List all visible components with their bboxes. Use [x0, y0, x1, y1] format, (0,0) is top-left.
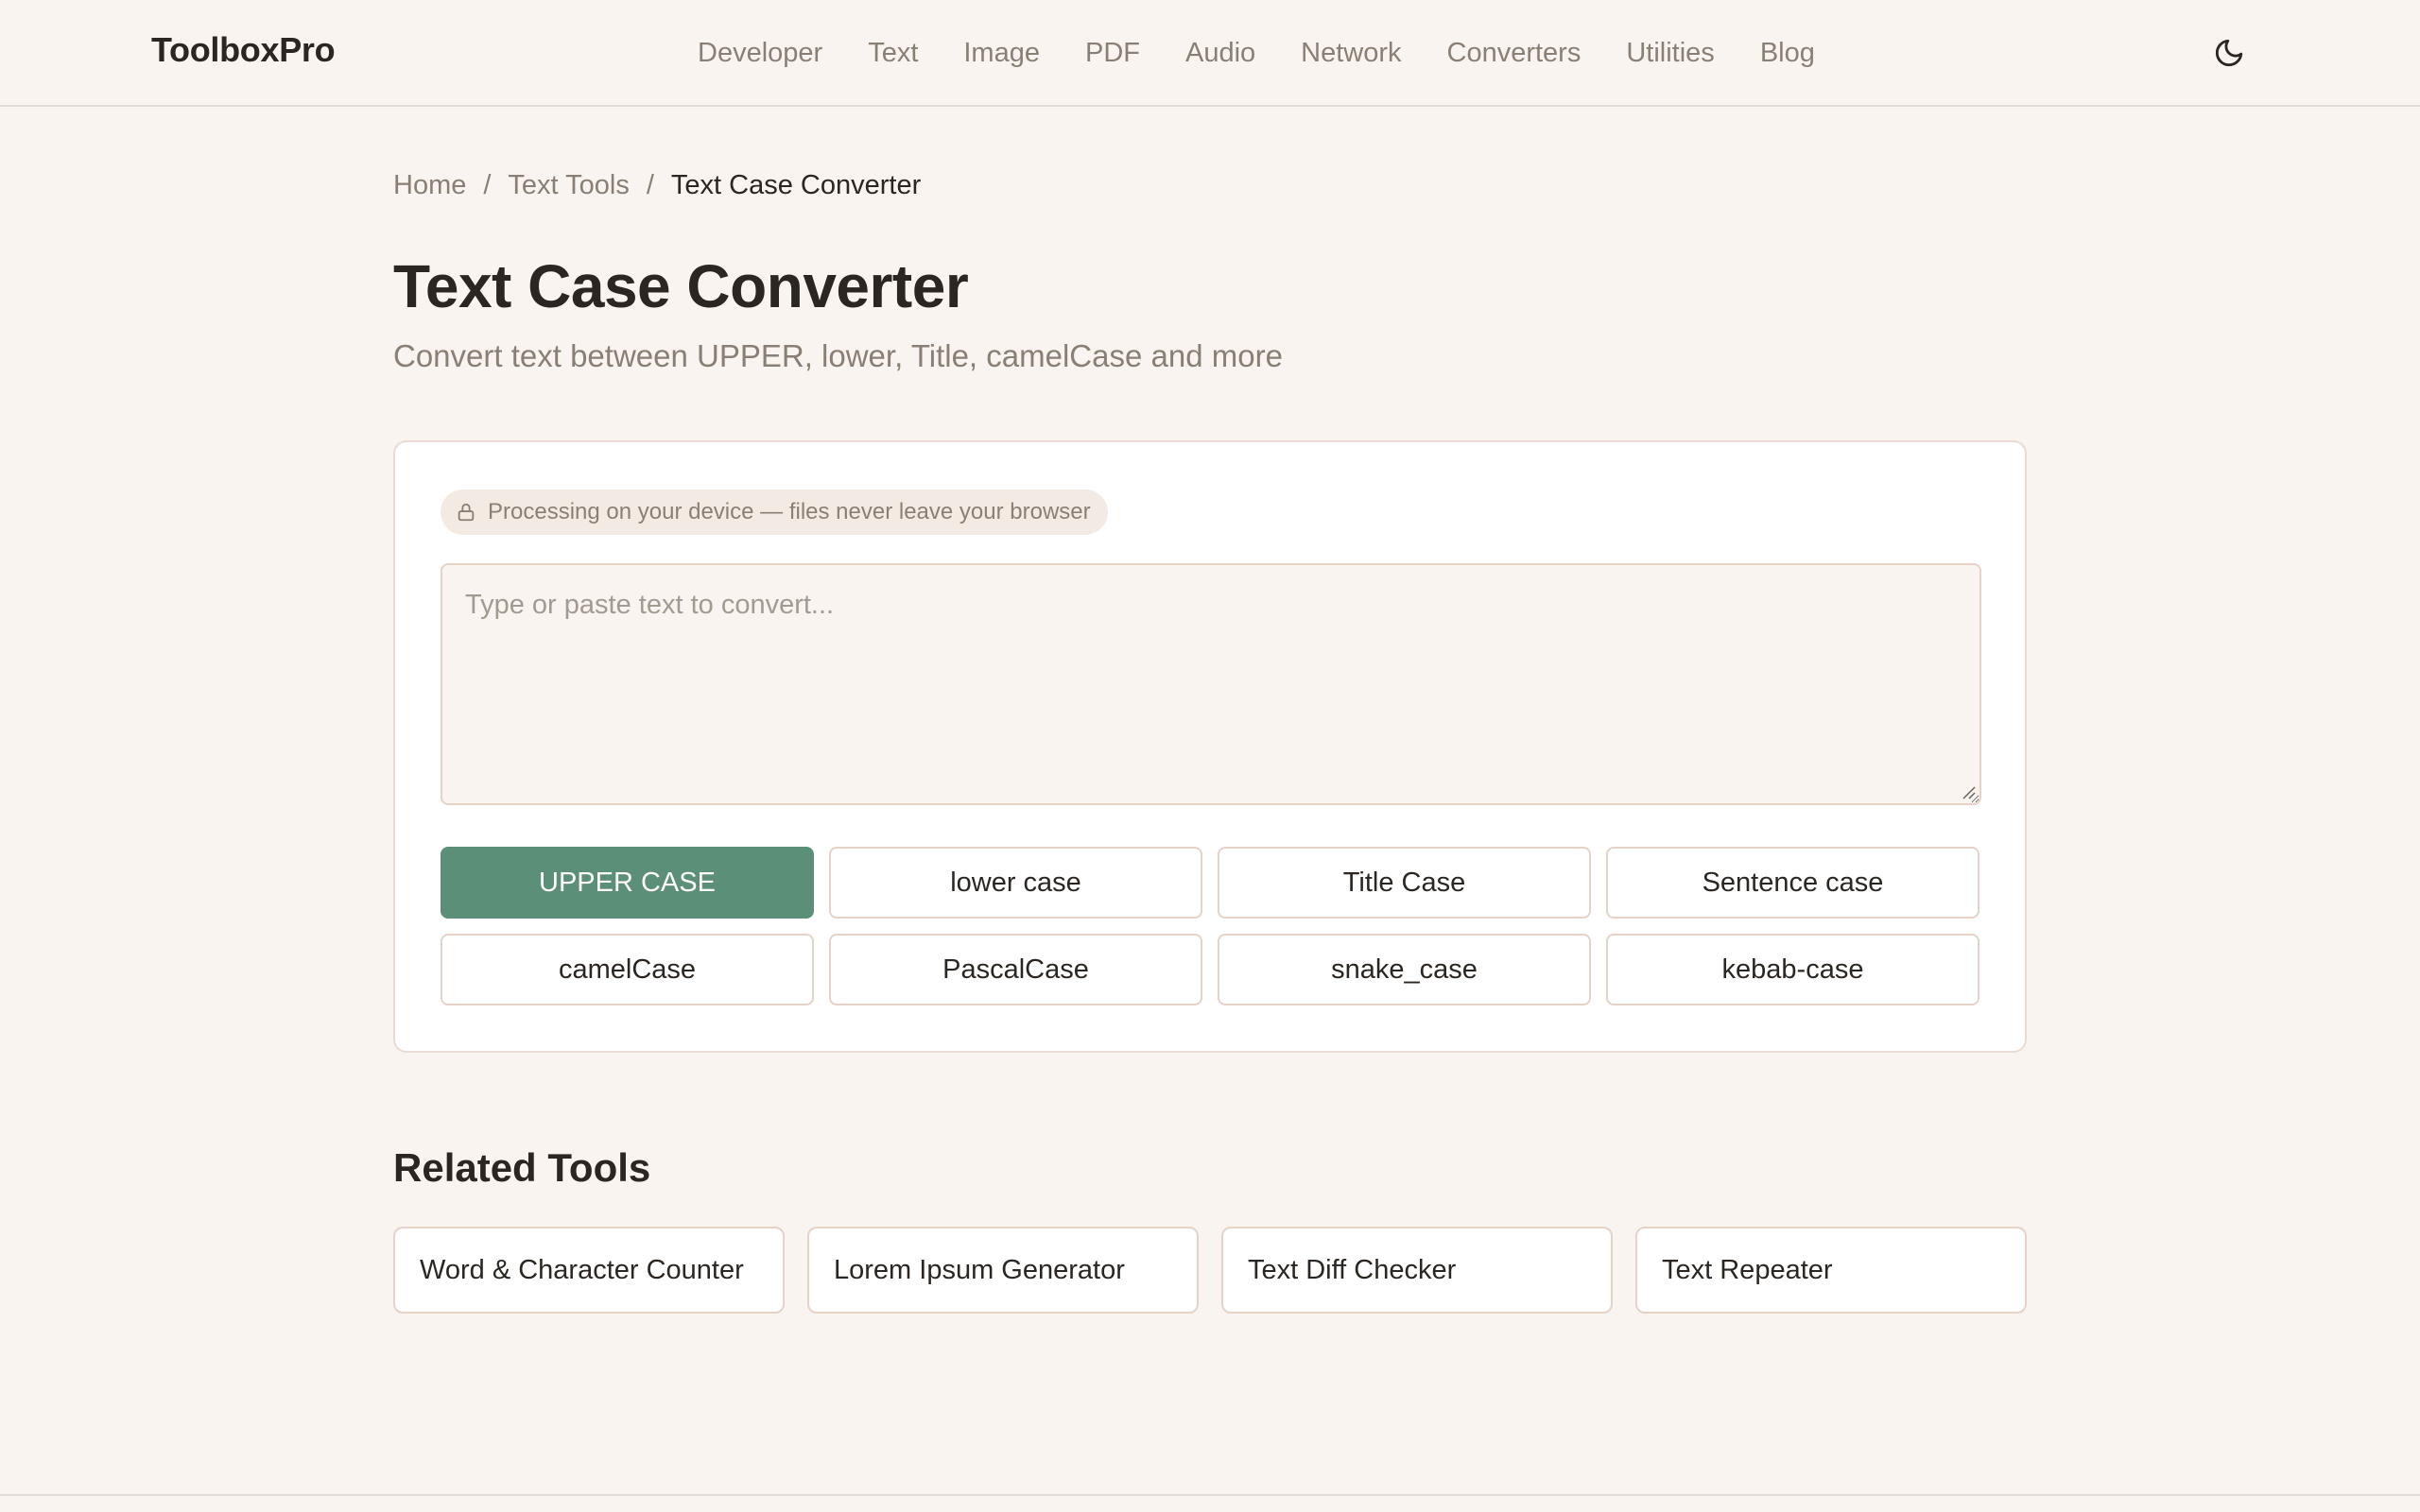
snake-case-button[interactable]: snake_case: [1218, 934, 1591, 1005]
related-tools-list: Word & Character Counter Lorem Ipsum Gen…: [393, 1227, 2027, 1314]
related-tool-text-diff[interactable]: Text Diff Checker: [1221, 1227, 1613, 1314]
privacy-badge: Processing on your device — files never …: [441, 490, 1108, 535]
nav-item-text[interactable]: Text: [868, 36, 918, 70]
related-tools-heading: Related Tools: [393, 1145, 651, 1190]
top-navigation-bar: ToolboxPro Developer Text Image PDF Audi…: [0, 0, 2420, 107]
footer-divider: [0, 1494, 2420, 1496]
moon-icon: [2215, 39, 2243, 67]
sentence-case-button[interactable]: Sentence case: [1606, 847, 1979, 919]
nav-item-network[interactable]: Network: [1301, 36, 1401, 70]
tool-card: Processing on your device — files never …: [393, 440, 2027, 1053]
nav-item-pdf[interactable]: PDF: [1085, 36, 1140, 70]
breadcrumb-current: Text Case Converter: [670, 170, 922, 200]
privacy-text: Processing on your device — files never …: [488, 499, 1091, 524]
breadcrumb: Home / Text Tools / Text Case Converter: [393, 170, 921, 201]
nav-item-converters[interactable]: Converters: [1447, 36, 1582, 70]
case-button-group: UPPER CASE lower case Title Case Sentenc…: [441, 847, 1981, 1005]
upper-case-button[interactable]: UPPER CASE: [441, 847, 814, 919]
breadcrumb-home[interactable]: Home: [393, 170, 466, 201]
nav-item-blog[interactable]: Blog: [1760, 36, 1815, 70]
breadcrumb-separator: /: [483, 170, 492, 200]
page-title: Text Case Converter: [393, 252, 969, 320]
related-tool-word-counter[interactable]: Word & Character Counter: [393, 1227, 785, 1314]
breadcrumb-text-tools[interactable]: Text Tools: [508, 170, 629, 201]
related-tool-text-repeater[interactable]: Text Repeater: [1635, 1227, 2027, 1314]
kebab-case-button[interactable]: kebab-case: [1606, 934, 1979, 1005]
nav-item-image[interactable]: Image: [963, 36, 1040, 70]
title-case-button[interactable]: Title Case: [1218, 847, 1591, 919]
camel-case-button[interactable]: camelCase: [441, 934, 814, 1005]
nav-item-audio[interactable]: Audio: [1185, 36, 1255, 70]
nav-item-developer[interactable]: Developer: [698, 36, 822, 70]
text-input[interactable]: [441, 563, 1981, 805]
page-subtitle: Convert text between UPPER, lower, Title…: [393, 338, 1283, 373]
pascal-case-button[interactable]: PascalCase: [829, 934, 1202, 1005]
theme-toggle-button[interactable]: [2210, 34, 2248, 72]
breadcrumb-separator: /: [646, 170, 654, 200]
related-tool-lorem-ipsum[interactable]: Lorem Ipsum Generator: [807, 1227, 1199, 1314]
nav-item-utilities[interactable]: Utilities: [1626, 36, 1714, 70]
lock-icon: [456, 502, 476, 523]
brand-logo[interactable]: ToolboxPro: [151, 30, 336, 70]
lower-case-button[interactable]: lower case: [829, 847, 1202, 919]
main-nav: Developer Text Image PDF Audio Network C…: [698, 36, 1860, 70]
